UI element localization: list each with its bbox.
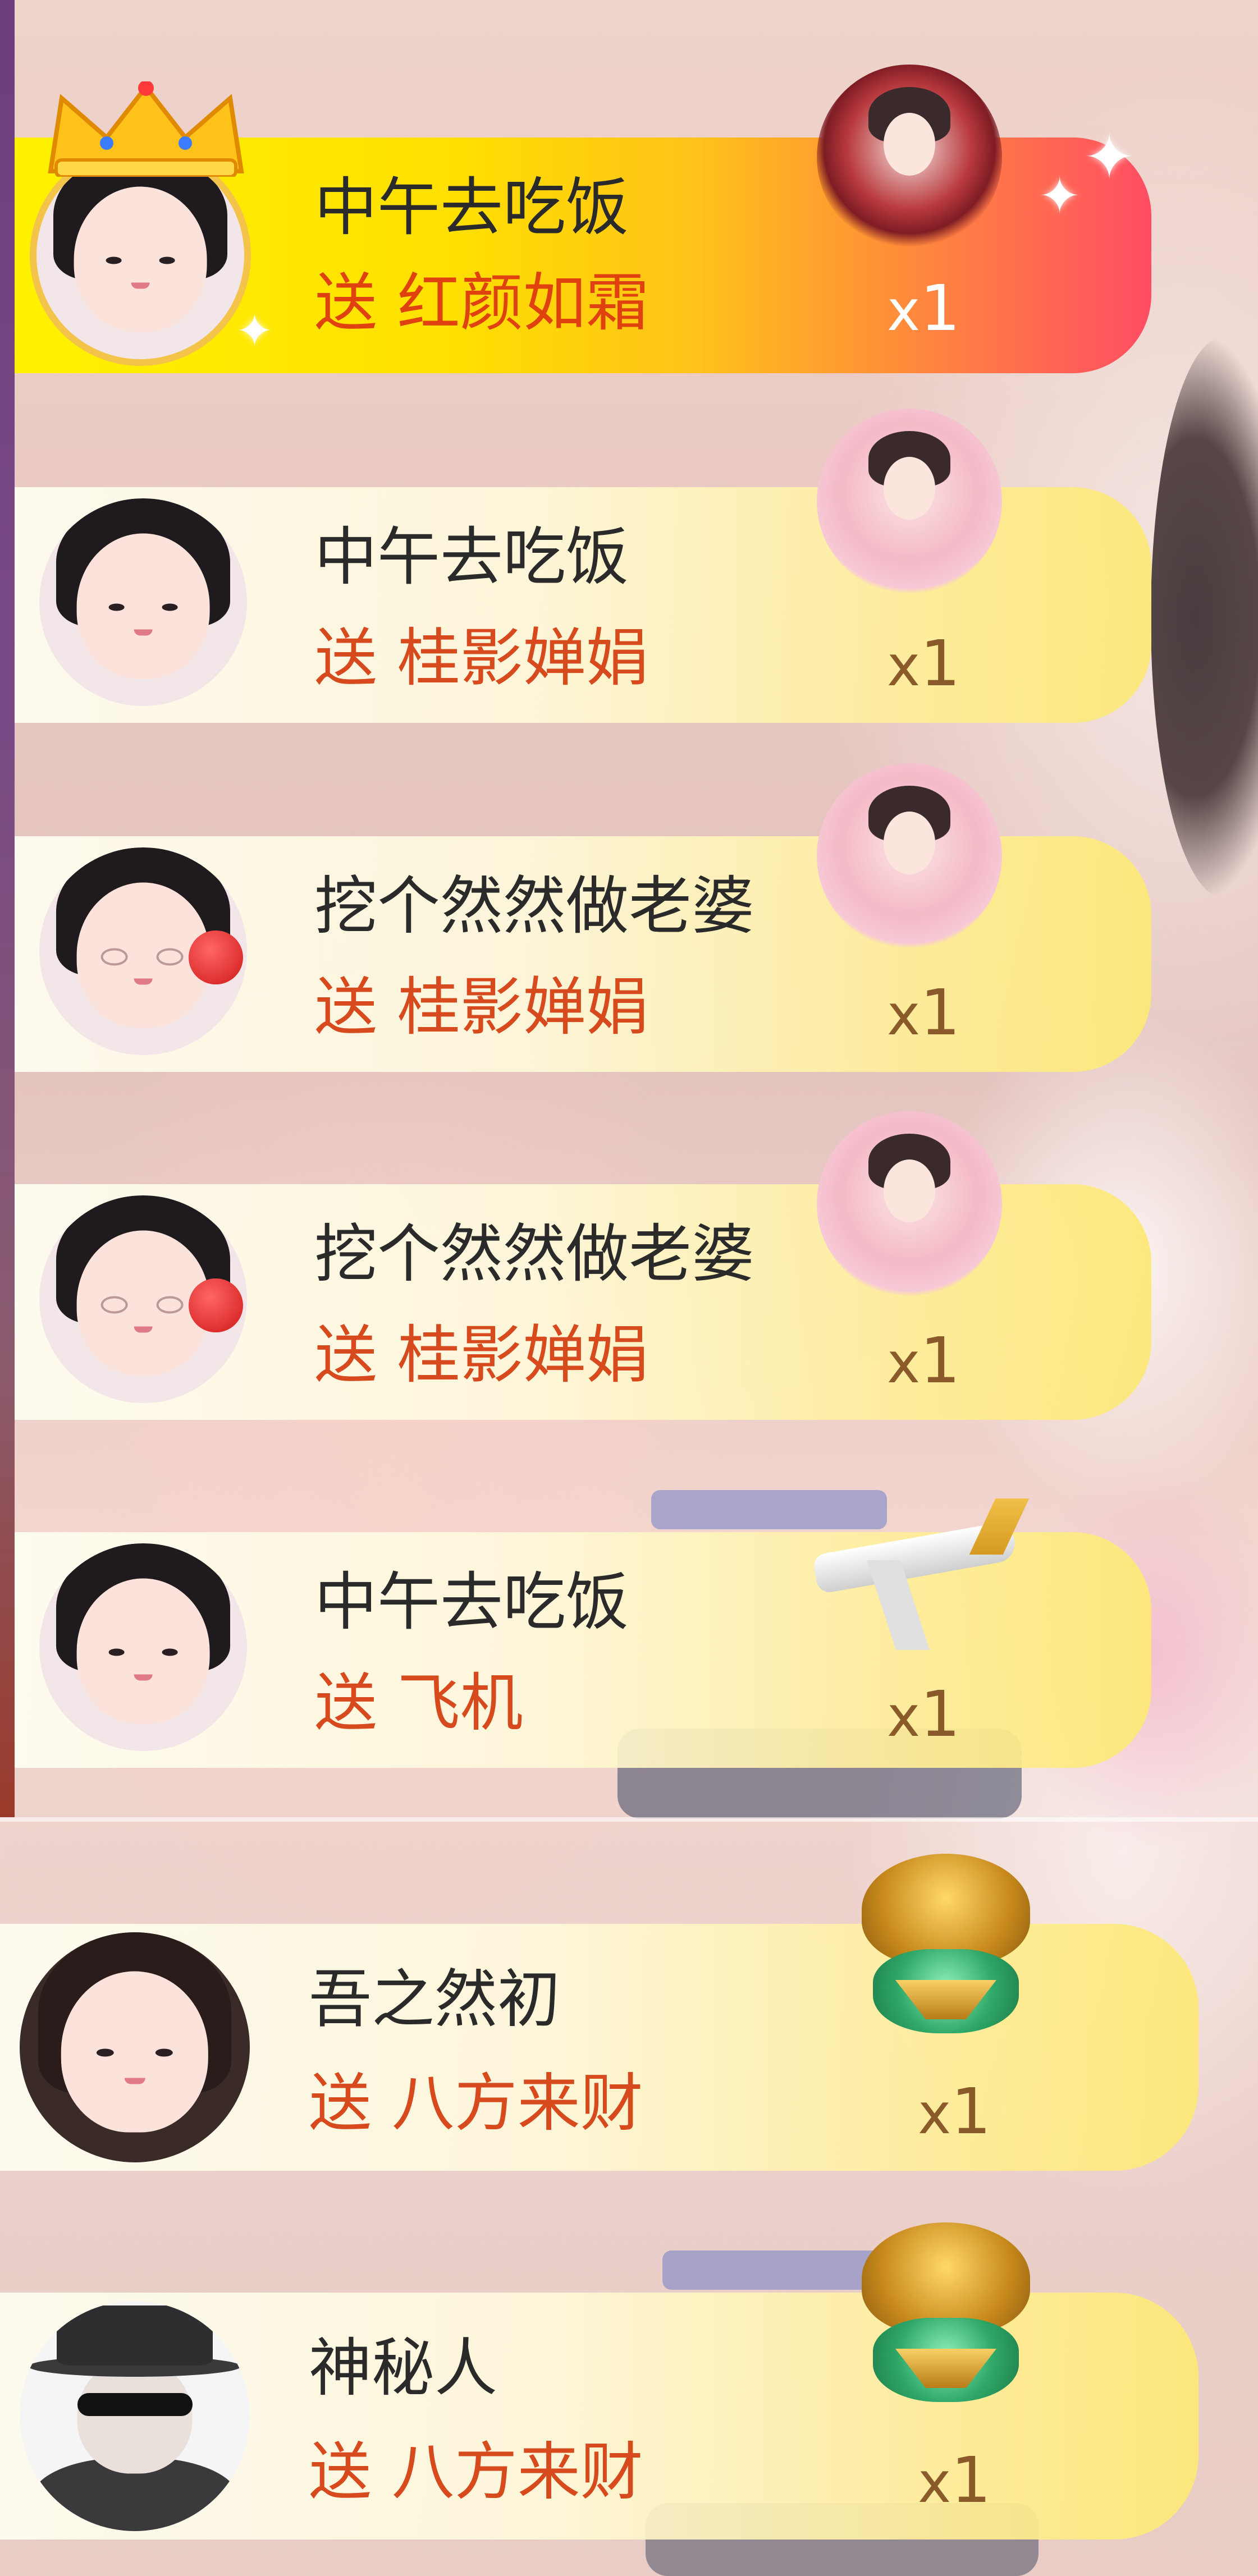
- avatar-glasses: [156, 948, 184, 966]
- avatar-glasses: [156, 1296, 184, 1314]
- count-number: 1: [920, 1678, 960, 1751]
- user-name[interactable]: 神秘人: [309, 2332, 497, 2405]
- avatar-mouth: [134, 1674, 153, 1681]
- avatar-eye: [106, 256, 122, 264]
- user-name[interactable]: 中午去吃饭: [314, 1566, 629, 1639]
- avatar[interactable]: [39, 1543, 247, 1751]
- gift-count: x1: [887, 272, 960, 347]
- gift-description: 送 桂影婵娟: [314, 1319, 649, 1392]
- avatar[interactable]: [20, 1932, 250, 2162]
- avatar-eye: [96, 2048, 115, 2057]
- count-number: 1: [951, 2075, 991, 2148]
- avatar-glasses: [100, 1296, 128, 1314]
- avatar-mouth: [124, 2078, 145, 2084]
- count-x-label: x: [887, 278, 921, 343]
- count-x-label: x: [887, 1684, 921, 1749]
- gift-portrait-face: [883, 1159, 936, 1222]
- avatar-eye: [155, 2048, 173, 2057]
- screenshot-seam: [0, 1817, 1258, 1822]
- avatar-face: [61, 1971, 209, 2133]
- count-x-label: x: [887, 633, 921, 699]
- avatar-eye: [162, 603, 178, 611]
- avatar-mouth: [134, 1326, 153, 1333]
- avatar[interactable]: [20, 2301, 250, 2531]
- gift-description: 送 八方来财: [309, 2436, 643, 2509]
- avatar-mouth: [134, 978, 153, 985]
- crown-icon: [48, 81, 244, 177]
- gift-notification-row[interactable]: 挖个然然做老婆 送 桂影婵娟 x1: [0, 1111, 1258, 1420]
- avatar-mouth: [131, 282, 150, 289]
- gift-notification-row[interactable]: 神秘人 送 八方来财 x1: [0, 2222, 1258, 2540]
- avatar[interactable]: [39, 498, 247, 706]
- avatar-red-ball: [189, 931, 243, 985]
- gift-description: 送 桂影婵娟: [314, 622, 649, 695]
- gift-icon-portrait: [817, 763, 1002, 948]
- gift-description: 送 八方来财: [309, 2067, 643, 2140]
- gift-count: x1: [918, 2444, 991, 2519]
- gift-notification-row[interactable]: 挖个然然做老婆 送 桂影婵娟 x1: [0, 763, 1258, 1072]
- gift-icon-portrait: [817, 65, 1002, 250]
- treasure-pot-icon: [850, 2222, 1041, 2424]
- avatar-face: [74, 186, 207, 332]
- gift-icon-portrait: [817, 1111, 1002, 1296]
- gift-count: x1: [887, 1678, 960, 1753]
- gift-notification-row[interactable]: 吾之然初 送 八方来财 x1: [0, 1854, 1258, 2171]
- user-name[interactable]: 挖个然然做老婆: [314, 870, 754, 943]
- avatar-eye: [108, 603, 125, 611]
- gift-notification-row[interactable]: 中午去吃饭 送 桂影婵娟 x1: [0, 409, 1258, 723]
- count-x-label: x: [887, 982, 921, 1048]
- gift-description: 送 红颜如霜: [314, 267, 649, 340]
- gift-notification-row[interactable]: 中午去吃饭 送 红颜如霜 x1 ✦ ✦ ✦: [0, 65, 1258, 373]
- gift-portrait-face: [883, 112, 936, 176]
- user-name[interactable]: 中午去吃饭: [314, 521, 629, 594]
- avatar-red-ball: [189, 1278, 243, 1333]
- count-number: 1: [920, 977, 960, 1049]
- gift-description: 送 飞机: [314, 1667, 523, 1740]
- avatar-eye: [162, 1648, 178, 1656]
- avatar-face: [76, 1578, 210, 1724]
- count-x-label: x: [918, 2081, 951, 2147]
- sparkle-icon: ✦: [1083, 121, 1136, 193]
- avatar-face: [76, 533, 210, 679]
- sparkle-icon: ✦: [236, 305, 274, 357]
- avatar-mouth: [134, 629, 153, 636]
- gift-count: x1: [887, 1324, 960, 1400]
- count-number: 1: [951, 2444, 991, 2517]
- avatar-eye: [108, 1648, 125, 1656]
- count-number: 1: [920, 1324, 960, 1397]
- gift-notification-row[interactable]: 中午去吃饭 送 飞机 x1: [0, 1498, 1258, 1768]
- sparkle-icon: ✦: [1039, 167, 1081, 226]
- gift-icon-portrait: [817, 409, 1002, 594]
- treasure-pot-icon: [850, 1854, 1041, 2056]
- avatar-glasses: [100, 948, 128, 966]
- user-name[interactable]: 吾之然初: [309, 1963, 560, 2036]
- user-name[interactable]: 挖个然然做老婆: [314, 1218, 754, 1291]
- count-number: 1: [920, 627, 960, 700]
- avatar-eye: [159, 256, 175, 264]
- gift-count: x1: [887, 977, 960, 1052]
- avatar[interactable]: [36, 152, 244, 359]
- gift-description: 送 桂影婵娟: [314, 971, 649, 1044]
- avatar[interactable]: [39, 1195, 247, 1403]
- count-number: 1: [920, 272, 960, 345]
- count-x-label: x: [887, 1330, 921, 1396]
- count-x-label: x: [918, 2450, 951, 2515]
- gift-count: x1: [918, 2075, 991, 2151]
- gift-portrait-face: [883, 811, 936, 874]
- user-name[interactable]: 中午去吃饭: [314, 171, 629, 244]
- avatar-hat: [56, 2305, 213, 2366]
- gift-portrait-face: [883, 456, 936, 520]
- gift-count: x1: [887, 627, 960, 703]
- avatar-sunglasses: [77, 2393, 193, 2416]
- airplane-icon: [812, 1476, 1030, 1650]
- avatar[interactable]: [39, 847, 247, 1055]
